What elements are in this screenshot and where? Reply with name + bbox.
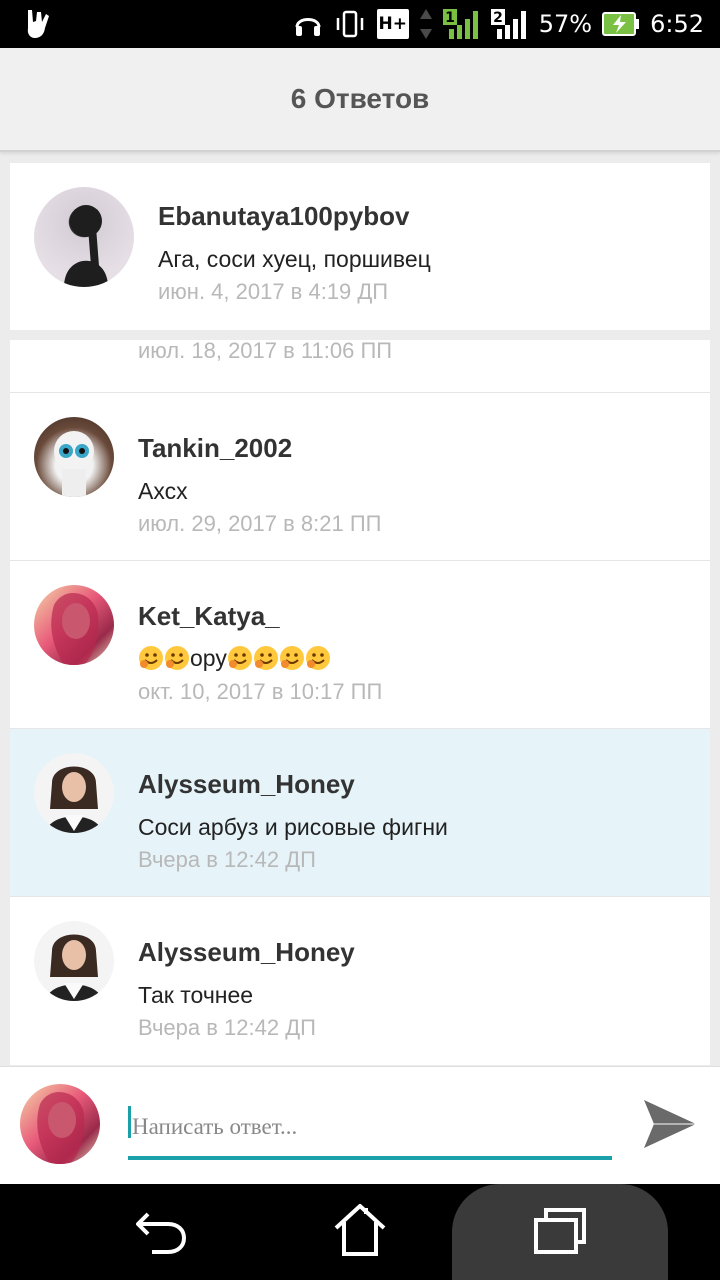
list-item[interactable]: Tankin_2002 Ахсх июл. 29, 2017 в 8:21 ПП: [10, 392, 710, 560]
reply-message: Ахсх: [138, 478, 188, 504]
back-icon[interactable]: [130, 1200, 190, 1260]
text-cursor: [128, 1106, 131, 1138]
hug-face-emoji-icon: [279, 646, 304, 670]
list-item[interactable]: Alysseum_Honey Так точнее Вчера в 12:42 …: [10, 896, 710, 1064]
current-user-avatar[interactable]: [20, 1084, 100, 1164]
send-icon[interactable]: [640, 1096, 698, 1152]
page-title: 6 Ответов: [290, 83, 430, 114]
hand-horns-icon: [27, 10, 49, 38]
network-type-badge: H+: [376, 9, 409, 39]
signal-sim1-icon: 1: [442, 9, 478, 39]
signal-sim2-icon: 2: [490, 9, 526, 39]
avatar-silhouette: [64, 205, 108, 287]
avatar[interactable]: [34, 753, 114, 833]
comment-timestamp: июн. 4, 2017 в 4:19 ДП: [158, 279, 389, 304]
title-bar: 6 Ответов: [0, 48, 720, 152]
avatar-toy-figure: [54, 431, 94, 497]
home-icon[interactable]: [330, 1200, 390, 1260]
reply-timestamp: июл. 29, 2017 в 8:21 ПП: [138, 511, 382, 536]
list-item[interactable]: Ket_Katya_ ору окт. 10, 2017 в 10:17 ПП: [10, 560, 710, 728]
reply-message: Так точнее: [138, 982, 254, 1008]
headphones-icon: [295, 18, 321, 36]
reply-username[interactable]: Alysseum_Honey: [138, 769, 355, 800]
hug-face-emoji-icon: [305, 646, 330, 670]
reply-timestamp: Вчера в 12:42 ДП: [138, 1015, 316, 1040]
avatar-woman-figure: [46, 934, 102, 1001]
reply-username[interactable]: Ket_Katya_: [138, 601, 280, 632]
replies-list[interactable]: июл. 18, 2017 в 11:06 ПП Tankin_2002 Ахс…: [10, 340, 710, 1065]
avatar-girl-figure: [51, 592, 99, 665]
clock: 6:52: [650, 10, 704, 38]
list-item[interactable]: Alysseum_Honey Соси арбуз и рисовые фигн…: [10, 728, 710, 896]
reply-message-text: ору: [190, 645, 227, 671]
list-item[interactable]: июл. 18, 2017 в 11:06 ПП: [10, 340, 710, 392]
reply-message: Соси арбуз и рисовые фигни: [138, 814, 448, 840]
recents-icon[interactable]: [530, 1200, 590, 1260]
comment-message: Ага, соси хуец, поршивец: [158, 246, 431, 272]
hug-face-emoji-icon: [253, 646, 278, 670]
reply-input[interactable]: [128, 1098, 612, 1160]
reply-timestamp: окт. 10, 2017 в 10:17 ПП: [138, 679, 383, 704]
avatar-girl-figure: [37, 1091, 85, 1164]
avatar-woman-figure: [46, 766, 102, 833]
avatar[interactable]: [34, 585, 114, 665]
parent-comment[interactable]: Ebanutaya100pybov Ага, соси хуец, поршив…: [10, 163, 710, 330]
avatar[interactable]: [34, 921, 114, 1001]
hug-face-emoji-icon: [165, 646, 189, 670]
reply-timestamp: июл. 18, 2017 в 11:06 ПП: [138, 340, 393, 363]
sim1-label: 1: [445, 10, 455, 26]
hug-face-emoji-icon: [139, 646, 163, 670]
avatar[interactable]: [34, 187, 134, 287]
data-arrows-icon: [419, 9, 432, 39]
hug-face-emoji-icon: [227, 646, 252, 670]
battery-percent: 57%: [538, 10, 593, 38]
reply-timestamp: Вчера в 12:42 ДП: [138, 847, 316, 872]
vibrate-icon: [336, 10, 363, 38]
avatar[interactable]: [34, 417, 114, 497]
status-bar: H+ 1 2 57% 6:52: [0, 0, 720, 48]
battery-charging-icon: [602, 12, 640, 36]
reply-username[interactable]: Alysseum_Honey: [138, 937, 355, 968]
reply-username[interactable]: Tankin_2002: [138, 433, 292, 464]
comment-username[interactable]: Ebanutaya100pybov: [158, 201, 409, 232]
reply-message: ору: [138, 645, 331, 672]
sim2-label: 2: [493, 10, 503, 26]
